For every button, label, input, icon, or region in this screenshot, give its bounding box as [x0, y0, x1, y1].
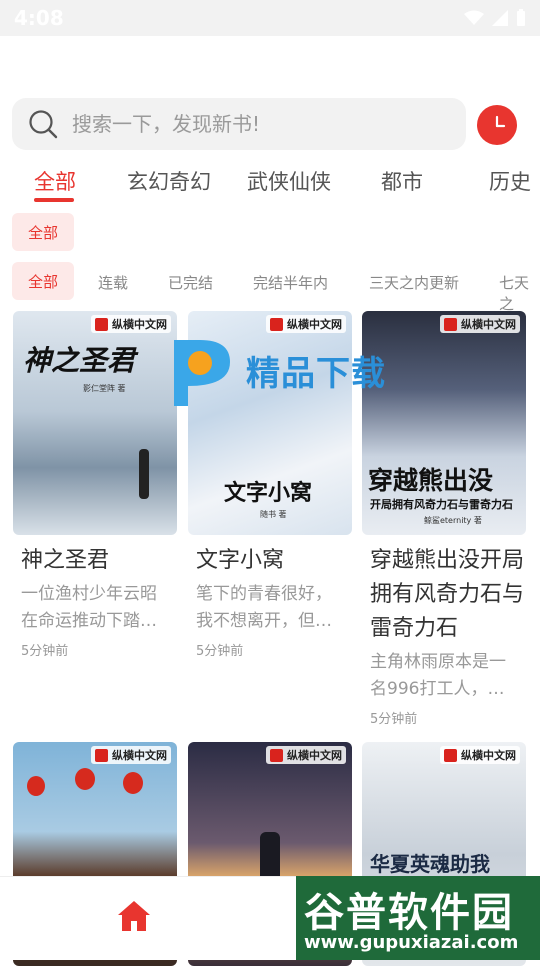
book-update-time: 5分钟前: [196, 644, 244, 659]
tab-history[interactable]: 历史: [489, 166, 531, 196]
watermark-top-text: 精品下载: [246, 354, 386, 394]
tab-wuxia[interactable]: 武侠仙侠: [247, 166, 331, 196]
watermark-bottom-url: www.gupuxiazai.com: [304, 932, 519, 953]
signal-icon: [492, 10, 508, 26]
filter-updated-three-days[interactable]: 三天之内更新: [369, 272, 459, 293]
publisher-logo-icon: [270, 317, 283, 331]
publisher-label: 纵横中文网: [461, 318, 516, 331]
publisher-label: 纵横中文网: [112, 749, 167, 762]
filter-chip-all[interactable]: 全部: [12, 262, 74, 300]
publisher-logo-icon: [270, 748, 283, 762]
wifi-icon: [464, 10, 484, 25]
filter-completed-half-year[interactable]: 完结半年内: [253, 272, 328, 293]
cover-figure: [139, 449, 149, 499]
publisher-badge: 纵横中文网: [266, 315, 346, 333]
publisher-label: 纵横中文网: [287, 318, 342, 331]
publisher-badge: 纵横中文网: [91, 746, 171, 764]
book-update-time: 5分钟前: [21, 644, 69, 659]
lantern-shape: [75, 768, 95, 790]
history-clock-button[interactable]: [477, 105, 517, 145]
publisher-label: 纵横中文网: [461, 749, 516, 762]
book-cover[interactable]: 纵横中文网 神之圣君 影仁堂阵 著: [13, 311, 177, 535]
publisher-logo-icon: [95, 317, 108, 331]
watermark-bottom-text: 谷普软件园: [304, 890, 514, 936]
status-icons: [464, 9, 526, 27]
publisher-label: 纵横中文网: [112, 318, 167, 331]
publisher-badge: 纵横中文网: [266, 746, 346, 764]
home-icon: [118, 901, 150, 931]
clock-icon: [495, 115, 506, 128]
cover-title: 文字小窝: [224, 481, 313, 506]
tab-active-indicator: [34, 198, 74, 202]
cover-author: 随书 著: [260, 510, 287, 519]
book-update-time: 5分钟前: [370, 712, 418, 727]
cover-author: 影仁堂阵 著: [83, 384, 126, 393]
watermark-logo: [168, 336, 232, 408]
publisher-badge: 纵横中文网: [440, 746, 520, 764]
publisher-badge: 纵横中文网: [440, 315, 520, 333]
category-tabs: 全部 玄幻奇幻 武侠仙侠 都市 历史: [0, 160, 540, 208]
lantern-shape: [123, 772, 143, 794]
lantern-shape: [27, 776, 45, 796]
book-title: 文字小窝: [196, 548, 285, 573]
watermark-bottom: 谷普软件园 www.gupuxiazai.com: [296, 876, 540, 960]
filter-updated-seven-days[interactable]: 七天之: [499, 272, 540, 314]
publisher-logo-icon: [444, 748, 457, 762]
cover-title: 神之圣君: [23, 344, 136, 377]
filter-completed[interactable]: 已完结: [168, 272, 213, 293]
filter-serializing[interactable]: 连载: [98, 272, 128, 293]
tab-urban[interactable]: 都市: [381, 166, 423, 196]
publisher-label: 纵横中文网: [287, 749, 342, 762]
search-icon: [29, 110, 58, 139]
status-time: 4:08: [14, 6, 64, 30]
status-bar: 4:08: [0, 0, 540, 36]
cover-title: 华夏英魂助我: [370, 852, 490, 876]
book-cover[interactable]: 纵横中文网 穿越熊出没 开局拥有风奇力石与雷奇力石 鲸鲨eternity 著: [362, 311, 526, 535]
tab-fantasy[interactable]: 玄幻奇幻: [127, 166, 211, 196]
publisher-badge: 纵横中文网: [91, 315, 171, 333]
cover-subtitle: 开局拥有风奇力石与雷奇力石: [370, 498, 513, 511]
cover-author: 鲸鲨eternity 著: [424, 516, 482, 525]
subcategory-chip-all[interactable]: 全部: [12, 213, 74, 251]
book-description: 一位渔村少年云昭在命运推动下踏…: [21, 584, 157, 631]
tab-all[interactable]: 全部: [34, 166, 76, 196]
book-description: 主角林雨原本是一名996打工人，…: [370, 652, 506, 699]
search-bar[interactable]: [12, 98, 466, 150]
battery-icon: [517, 9, 525, 26]
publisher-logo-icon: [95, 748, 108, 762]
search-input[interactable]: [72, 112, 432, 136]
book-title: 穿越熊出没开局拥有风奇力石与雷奇力石: [370, 548, 525, 641]
book-description: 笔下的青春很好，我不想离开，但…: [196, 584, 332, 631]
watermark-p-icon: [174, 340, 230, 406]
publisher-logo-icon: [444, 317, 457, 331]
cover-title: 穿越熊出没: [368, 466, 494, 495]
nav-home-button[interactable]: [116, 899, 152, 937]
book-title: 神之圣君: [21, 548, 110, 573]
